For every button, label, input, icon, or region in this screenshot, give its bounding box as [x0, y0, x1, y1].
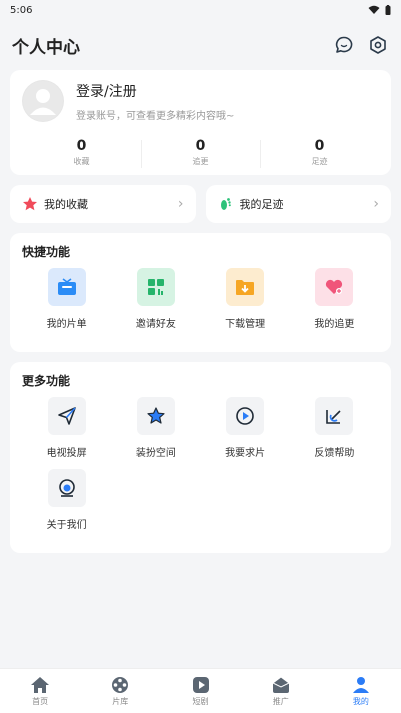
stat-label: 足迹 — [311, 157, 328, 166]
grid-item-label: 我的追更 — [314, 319, 355, 330]
request-movie-item[interactable]: 我要求片 — [201, 397, 290, 459]
bottom-tab-bar: 首页 片库 短剧 推广 我的 — [0, 668, 401, 713]
user-icon — [352, 676, 369, 693]
chevron-right-icon: › — [177, 196, 184, 212]
message-button[interactable] — [333, 34, 355, 56]
stat-history[interactable]: 0 足迹 — [260, 138, 379, 168]
grid-item-label: 反馈帮助 — [314, 448, 355, 459]
tab-library[interactable]: 片库 — [80, 669, 160, 713]
download-manager-item[interactable]: 下载管理 — [201, 268, 290, 330]
tv-cast-item[interactable]: 电视投屏 — [22, 397, 111, 459]
avatar[interactable] — [22, 80, 64, 122]
default-avatar-icon — [23, 81, 63, 121]
grid-item-label: 电视投屏 — [46, 448, 87, 459]
grid-item-label: 我的片单 — [46, 319, 87, 330]
section-title: 更多功能 — [22, 374, 71, 388]
quick-link-label: 我的收藏 — [44, 198, 88, 211]
play-icon — [192, 676, 209, 693]
tab-label: 首页 — [32, 696, 49, 706]
cast-icon — [47, 397, 86, 435]
quick-links: 我的收藏 › 我的足迹 › — [10, 185, 391, 223]
my-footprints-link[interactable]: 我的足迹 › — [205, 185, 391, 223]
stat-value: 0 — [314, 138, 325, 154]
shortcuts-section: 快捷功能 我的片单 邀请好友 下载管理 我的追更 — [10, 233, 391, 352]
profile-card[interactable]: 登录/注册 登录账号，可查看更多精彩内容哦~ 0 收藏 0 追更 0 足迹 — [10, 70, 391, 175]
grid-item-label: 邀请好友 — [135, 319, 176, 330]
theme-space-item[interactable]: 装扮空间 — [111, 397, 200, 459]
stat-label: 追更 — [192, 157, 209, 166]
stats-row: 0 收藏 0 追更 0 足迹 — [22, 138, 379, 168]
message-icon — [335, 36, 353, 53]
home-icon — [31, 676, 50, 693]
grid-item-label: 下载管理 — [225, 319, 266, 330]
settings-button[interactable] — [367, 34, 389, 56]
film-reel-icon — [112, 676, 129, 693]
grid-item-label: 关于我们 — [46, 520, 87, 531]
my-playlist-item[interactable]: 我的片单 — [22, 268, 111, 330]
heart-icon — [315, 268, 354, 306]
star-icon — [23, 197, 37, 211]
tab-label: 推广 — [272, 696, 289, 706]
stat-label: 收藏 — [73, 157, 90, 166]
request-icon — [226, 397, 265, 435]
download-folder-icon — [226, 268, 265, 306]
status-icons — [368, 5, 391, 15]
tv-icon — [47, 268, 86, 306]
footprint-icon — [220, 198, 231, 210]
promo-icon — [271, 675, 290, 693]
invite-friends-item[interactable]: 邀请好友 — [111, 268, 200, 330]
section-title: 快捷功能 — [22, 245, 71, 259]
tab-label: 短剧 — [192, 696, 209, 706]
tab-mine[interactable]: 我的 — [321, 669, 401, 713]
tab-promotion[interactable]: 推广 — [241, 669, 321, 713]
tab-label: 片库 — [112, 696, 129, 706]
stat-value: 0 — [76, 138, 87, 154]
tab-label: 我的 — [352, 696, 369, 706]
my-following-item[interactable]: 我的追更 — [290, 268, 379, 330]
page-title: 个人中心 — [12, 37, 80, 58]
stat-value: 0 — [195, 138, 206, 154]
stat-following[interactable]: 0 追更 — [141, 138, 260, 168]
grid-item-label: 我要求片 — [225, 448, 266, 459]
invite-icon — [136, 268, 175, 306]
quick-link-label: 我的足迹 — [239, 198, 284, 211]
star-theme-icon — [136, 397, 175, 435]
chevron-right-icon: › — [373, 196, 379, 212]
grid-item-label: 装扮空间 — [135, 448, 176, 459]
more-section: 更多功能 电视投屏 装扮空间 我要求片 反馈帮助 关于我们 — [10, 362, 391, 553]
battery-icon — [385, 5, 391, 15]
header: 个人中心 — [0, 20, 401, 70]
gear-icon — [370, 36, 386, 54]
about-us-item[interactable]: 关于我们 — [22, 469, 111, 531]
my-favorites-link[interactable]: 我的收藏 › — [10, 185, 196, 223]
login-hint: 登录账号，可查看更多精彩内容哦~ — [76, 110, 235, 122]
tab-home[interactable]: 首页 — [0, 669, 80, 713]
tab-shorts[interactable]: 短剧 — [160, 669, 240, 713]
wifi-icon — [368, 5, 380, 14]
status-bar: 5:06 — [0, 0, 401, 20]
feedback-icon — [315, 397, 354, 435]
stat-favorites[interactable]: 0 收藏 — [22, 138, 141, 167]
feedback-help-item[interactable]: 反馈帮助 — [290, 397, 379, 459]
login-register-link[interactable]: 登录/注册 — [76, 81, 234, 101]
about-icon — [47, 469, 86, 507]
status-time: 5:06 — [10, 4, 33, 16]
